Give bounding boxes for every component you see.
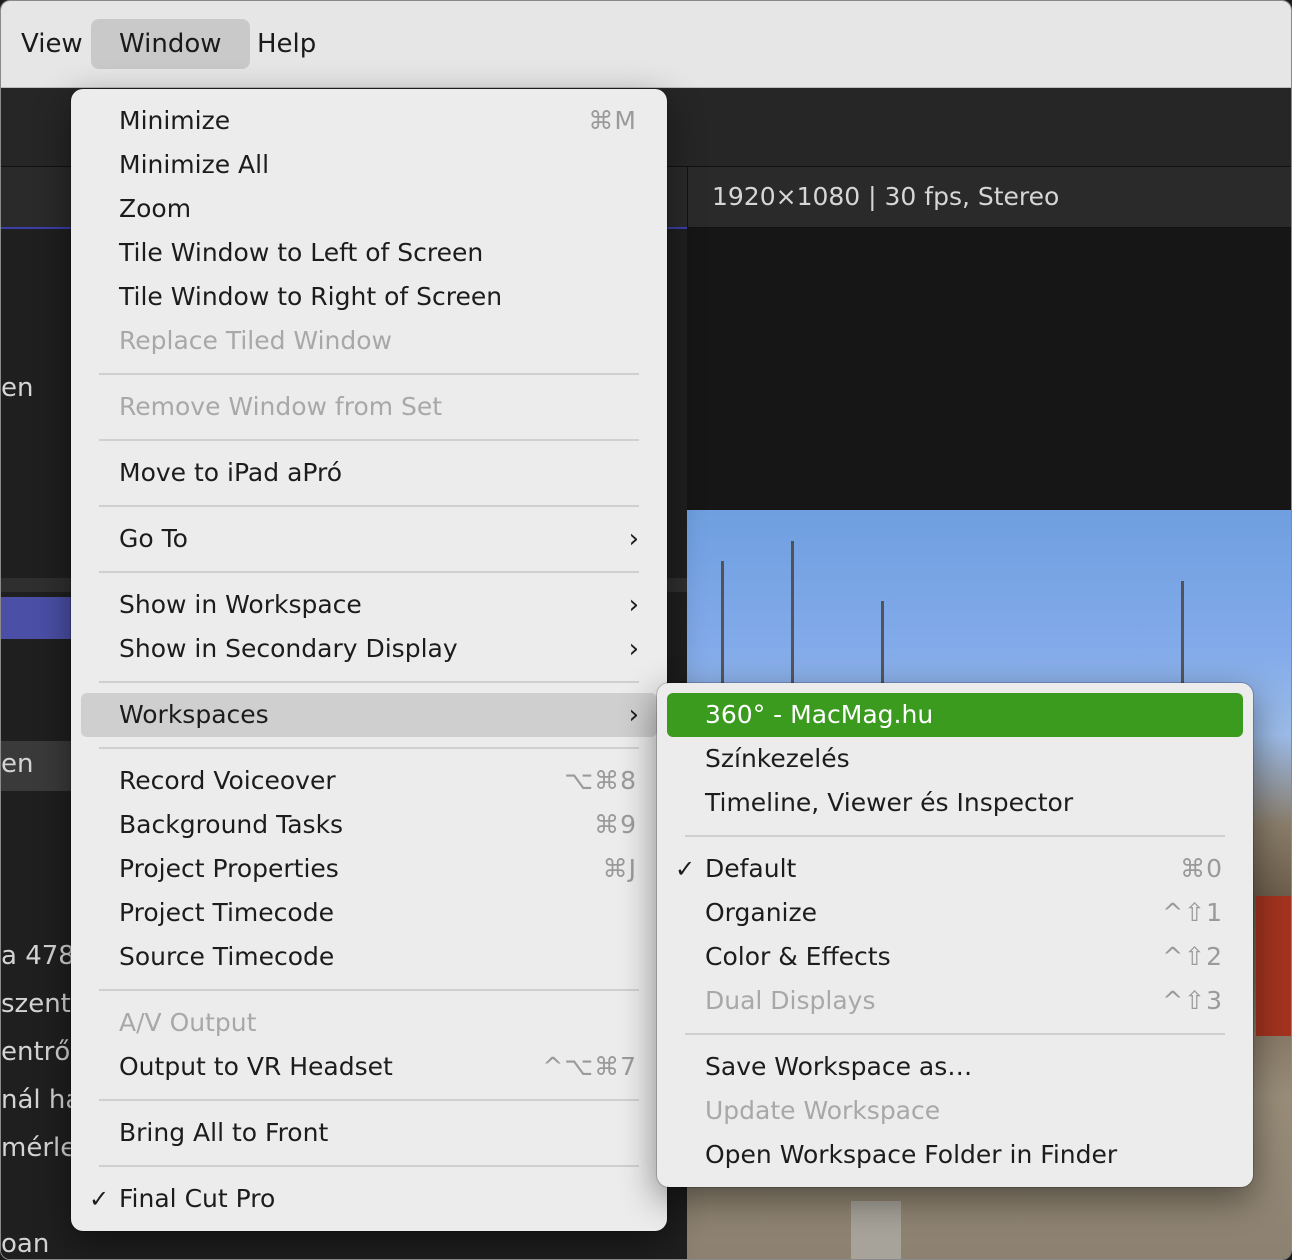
viewer-header: 1920×1080 | 30 fps, Stereo xyxy=(687,167,1291,228)
menu-item-workspace-360-macmag[interactable]: 360° - MacMag.hu xyxy=(667,693,1243,737)
browser-text-fragment: szentr xyxy=(1,989,82,1019)
shortcut: ⌘9 xyxy=(594,810,637,839)
app-window: en en a 478 szentr entről nál ha mérle o… xyxy=(0,0,1292,1260)
menu-window[interactable]: Window xyxy=(91,19,250,69)
viewer-format-info: 1920×1080 | 30 fps, Stereo xyxy=(712,182,1060,211)
viewer-letterbox xyxy=(687,228,1291,510)
browser-text-fragment: oan xyxy=(1,1229,50,1259)
menu-bar: View Window Help xyxy=(1,1,1291,88)
menu-item-workspace-organize[interactable]: Organize ^⇧1 xyxy=(667,891,1243,935)
shortcut: ^⌥⌘7 xyxy=(542,1052,637,1081)
shortcut: ⌘M xyxy=(588,106,637,135)
window-menu: Minimize ⌘M Minimize All Zoom Tile Windo… xyxy=(71,89,667,1231)
checkmark-icon: ✓ xyxy=(89,1185,110,1213)
browser-text-fragment: mérle xyxy=(1,1133,77,1163)
chevron-right-icon: › xyxy=(628,634,639,664)
menu-item-workspace-timeline-viewer-inspector[interactable]: Timeline, Viewer és Inspector xyxy=(667,781,1243,825)
menu-separator xyxy=(99,1165,639,1167)
menu-item-minimize[interactable]: Minimize ⌘M xyxy=(81,99,657,143)
menu-item-minimize-all[interactable]: Minimize All xyxy=(81,143,657,187)
menu-separator xyxy=(99,571,639,573)
menu-item-show-in-secondary-display[interactable]: Show in Secondary Display › xyxy=(81,627,657,671)
shortcut: ^⇧3 xyxy=(1162,986,1223,1015)
shortcut: ⌘J xyxy=(602,854,637,883)
menu-item-av-output: A/V Output xyxy=(119,1008,257,1037)
browser-selected-row[interactable] xyxy=(1,597,71,639)
menu-item-workspace-color-effects[interactable]: Color & Effects ^⇧2 xyxy=(667,935,1243,979)
menu-item-move-to-ipad[interactable]: Move to iPad aPró xyxy=(81,451,657,495)
menu-item-remove-from-set: Remove Window from Set xyxy=(119,392,443,421)
browser-text-fragment: a 478 xyxy=(1,941,75,971)
shortcut: ^⇧2 xyxy=(1162,942,1223,971)
menu-item-tile-right[interactable]: Tile Window to Right of Screen xyxy=(81,275,657,319)
menu-item-workspace-default[interactable]: ✓ Default ⌘0 xyxy=(667,847,1243,891)
menu-separator xyxy=(99,681,639,683)
menu-item-show-in-workspace[interactable]: Show in Workspace › xyxy=(81,583,657,627)
menu-separator xyxy=(99,439,639,441)
shortcut: ⌘0 xyxy=(1180,854,1223,883)
chevron-right-icon: › xyxy=(628,700,639,730)
menu-item-open-workspace-folder[interactable]: Open Workspace Folder in Finder xyxy=(667,1133,1243,1177)
red-trailer xyxy=(1256,896,1291,1036)
menu-item-project-timecode[interactable]: Project Timecode xyxy=(81,891,657,935)
menu-item-bring-all-to-front[interactable]: Bring All to Front xyxy=(81,1111,657,1155)
menu-item-workspace-dual-displays: Dual Displays ^⇧3 xyxy=(667,979,1243,1023)
browser-text-fragment: nál ha xyxy=(1,1085,82,1115)
menu-separator xyxy=(99,1099,639,1101)
chevron-right-icon: › xyxy=(628,524,639,554)
menu-item-record-voiceover[interactable]: Record Voiceover ⌥⌘8 xyxy=(81,759,657,803)
menu-item-update-workspace: Update Workspace xyxy=(705,1096,941,1125)
menu-item-save-workspace-as[interactable]: Save Workspace as… xyxy=(667,1045,1243,1089)
menu-item-workspace-szinkezeles[interactable]: Színkezelés xyxy=(667,737,1243,781)
shortcut: ^⇧1 xyxy=(1162,898,1223,927)
browser-text-fragment: en xyxy=(1,749,34,779)
menu-separator xyxy=(99,989,639,991)
menu-item-output-vr-headset[interactable]: Output to VR Headset ^⌥⌘7 xyxy=(81,1045,657,1089)
menu-item-workspaces[interactable]: Workspaces › xyxy=(81,693,657,737)
menu-item-go-to[interactable]: Go To › xyxy=(81,517,657,561)
menu-item-final-cut-pro[interactable]: ✓ Final Cut Pro xyxy=(81,1177,657,1221)
workspaces-submenu: 360° - MacMag.hu Színkezelés Timeline, V… xyxy=(657,683,1253,1187)
menu-separator xyxy=(99,505,639,507)
menu-item-replace-tiled: Replace Tiled Window xyxy=(119,326,392,355)
menu-separator xyxy=(99,747,639,749)
menu-separator xyxy=(685,835,1225,837)
browser-text-fragment: en xyxy=(1,373,34,403)
concrete-post xyxy=(851,1201,901,1259)
menu-separator xyxy=(99,373,639,375)
checkmark-icon: ✓ xyxy=(675,855,696,883)
menu-item-tile-left[interactable]: Tile Window to Left of Screen xyxy=(81,231,657,275)
shortcut: ⌥⌘8 xyxy=(564,766,637,795)
menu-help[interactable]: Help xyxy=(229,19,344,69)
menu-separator xyxy=(685,1033,1225,1035)
menu-item-zoom[interactable]: Zoom xyxy=(81,187,657,231)
menu-item-project-properties[interactable]: Project Properties ⌘J xyxy=(81,847,657,891)
menu-item-background-tasks[interactable]: Background Tasks ⌘9 xyxy=(81,803,657,847)
chevron-right-icon: › xyxy=(628,590,639,620)
browser-text-fragment: entről xyxy=(1,1037,78,1067)
menu-item-source-timecode[interactable]: Source Timecode xyxy=(81,935,657,979)
